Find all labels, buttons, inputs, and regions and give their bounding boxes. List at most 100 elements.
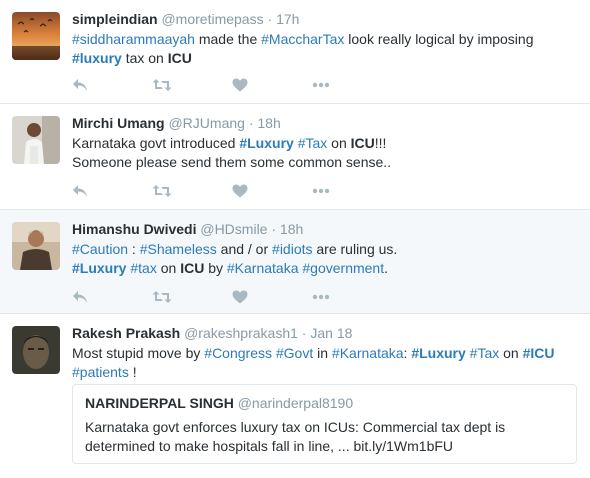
tweet[interactable]: Rakesh Prakash @rakeshprakash1 · Jan 18 …: [0, 314, 590, 478]
avatar[interactable]: [12, 222, 60, 270]
timestamp[interactable]: 18h: [280, 221, 303, 237]
like-icon: [232, 290, 248, 304]
highlighted-term: ICU: [350, 135, 375, 151]
text-span: look really logical by imposing: [344, 31, 534, 47]
reply-button[interactable]: [72, 182, 152, 200]
timeline: simpleindian @moretimepass · 17h #siddha…: [0, 0, 590, 478]
avatar[interactable]: [12, 116, 60, 164]
retweet-button[interactable]: [152, 288, 232, 306]
more-icon: [312, 188, 330, 194]
hashtag-link[interactable]: #tax: [130, 260, 156, 276]
highlighted-term: ICU: [167, 50, 192, 66]
text-span: and / or: [216, 241, 273, 257]
text-span: in: [313, 345, 332, 361]
author-name[interactable]: simpleindian: [72, 11, 158, 27]
hashtag-link[interactable]: #Tax: [298, 135, 328, 151]
text-span: on: [499, 345, 523, 361]
hashtag-link[interactable]: #government: [302, 260, 384, 276]
reply-icon: [73, 291, 87, 303]
author-name[interactable]: Rakesh Prakash: [72, 325, 180, 341]
hashtag-link[interactable]: #Tax: [470, 345, 500, 361]
hashtag-link[interactable]: #luxury: [72, 50, 122, 66]
text-span: are ruling us.: [312, 241, 398, 257]
tweet-text: #siddharammaayah made the #MaccharTax lo…: [72, 30, 580, 68]
separator: ·: [301, 325, 307, 341]
hashtag-link[interactable]: #Luxury: [239, 135, 293, 151]
author-name[interactable]: Mirchi Umang: [72, 115, 165, 131]
text-span: Someone please send them some common sen…: [72, 154, 392, 170]
text-span: Karnataka govt introduced: [72, 135, 240, 151]
quoted-tweet[interactable]: NARINDERPAL SINGH @narinderpal8190 Karna…: [72, 384, 577, 464]
reply-button[interactable]: [72, 76, 152, 94]
tweet[interactable]: Mirchi Umang @RJUmang · 18h Karnataka go…: [0, 104, 590, 210]
tweet-header: Himanshu Dwivedi @HDsmile · 18h: [72, 220, 580, 238]
author-username[interactable]: @moretimepass: [161, 11, 263, 27]
tweet-text: Most stupid move by #Congress #Govt in #…: [72, 344, 580, 382]
like-icon: [232, 78, 248, 92]
highlighted-term: ICU: [180, 260, 205, 276]
tweet-text: #Caution : #Shameless and / or #idiots a…: [72, 240, 580, 278]
text-span: Most stupid move by: [72, 345, 205, 361]
tweet-text: Karnataka govt introduced #Luxury #Tax o…: [72, 134, 580, 172]
hashtag-link[interactable]: #Karnataka: [227, 260, 299, 276]
retweet-button[interactable]: [152, 182, 232, 200]
quoted-text-line: determined to make hospitals fall in lin…: [85, 438, 454, 454]
tweet-content: Himanshu Dwivedi @HDsmile · 18h #Caution…: [72, 220, 580, 278]
text-span: by: [204, 260, 227, 276]
separator: ·: [267, 11, 273, 27]
like-button[interactable]: [232, 288, 312, 306]
text-span: .: [384, 260, 388, 276]
retweet-icon: [152, 79, 172, 91]
retweet-icon: [152, 185, 172, 197]
hashtag-link[interactable]: #Shameless: [140, 241, 217, 257]
reply-icon: [73, 79, 87, 91]
hashtag-link[interactable]: #idiots: [272, 241, 312, 257]
more-button[interactable]: [312, 288, 392, 306]
tweet-actions: [72, 76, 392, 94]
author-name[interactable]: Himanshu Dwivedi: [72, 221, 196, 237]
like-button[interactable]: [232, 76, 312, 94]
timestamp[interactable]: 17h: [276, 11, 299, 27]
text-span: tax on: [121, 50, 168, 66]
avatar[interactable]: [12, 326, 60, 374]
tweet[interactable]: simpleindian @moretimepass · 17h #siddha…: [0, 0, 590, 104]
hashtag-link[interactable]: #Karnataka: [332, 345, 404, 361]
reply-button[interactable]: [72, 288, 152, 306]
quoted-author-username[interactable]: @narinderpal8190: [238, 395, 353, 411]
tweet-header: simpleindian @moretimepass · 17h: [72, 10, 580, 28]
quoted-author-name[interactable]: NARINDERPAL SINGH: [85, 395, 234, 411]
retweet-button[interactable]: [152, 76, 232, 94]
quoted-tweet-text: Karnataka govt enforces luxury tax on IC…: [85, 418, 564, 456]
tweet-header: Rakesh Prakash @rakeshprakash1 · Jan 18: [72, 324, 580, 342]
hashtag-link[interactable]: #Govt: [276, 345, 313, 361]
hashtag-link[interactable]: #ICU: [523, 345, 555, 361]
text-span: !!!: [374, 135, 387, 151]
more-button[interactable]: [312, 76, 392, 94]
hashtag-link[interactable]: #Luxury: [72, 260, 126, 276]
reply-icon: [73, 185, 87, 197]
more-icon: [312, 294, 330, 300]
timestamp[interactable]: Jan 18: [310, 325, 352, 341]
tweet-content: Rakesh Prakash @rakeshprakash1 · Jan 18 …: [72, 324, 580, 382]
separator: ·: [271, 221, 277, 237]
author-username[interactable]: @HDsmile: [200, 221, 267, 237]
more-button[interactable]: [312, 182, 392, 200]
hashtag-link[interactable]: #Caution: [72, 241, 128, 257]
quoted-tweet-header: NARINDERPAL SINGH @narinderpal8190: [85, 394, 564, 412]
hashtag-link[interactable]: #siddharammaayah: [72, 31, 195, 47]
tweet-actions: [72, 182, 392, 200]
author-username[interactable]: @RJUmang: [168, 115, 244, 131]
text-span: on: [156, 260, 181, 276]
author-username[interactable]: @rakeshprakash1: [184, 325, 298, 341]
hashtag-link[interactable]: #patients: [72, 364, 129, 380]
hashtag-link[interactable]: #Congress: [204, 345, 272, 361]
timestamp[interactable]: 18h: [257, 115, 280, 131]
hashtag-link[interactable]: #MaccharTax: [261, 31, 344, 47]
separator: ·: [248, 115, 254, 131]
avatar[interactable]: [12, 12, 60, 60]
more-icon: [312, 82, 330, 88]
like-button[interactable]: [232, 182, 312, 200]
text-span: on: [327, 135, 351, 151]
hashtag-link[interactable]: #Luxury: [411, 345, 465, 361]
tweet[interactable]: Himanshu Dwivedi @HDsmile · 18h #Caution…: [0, 210, 590, 314]
